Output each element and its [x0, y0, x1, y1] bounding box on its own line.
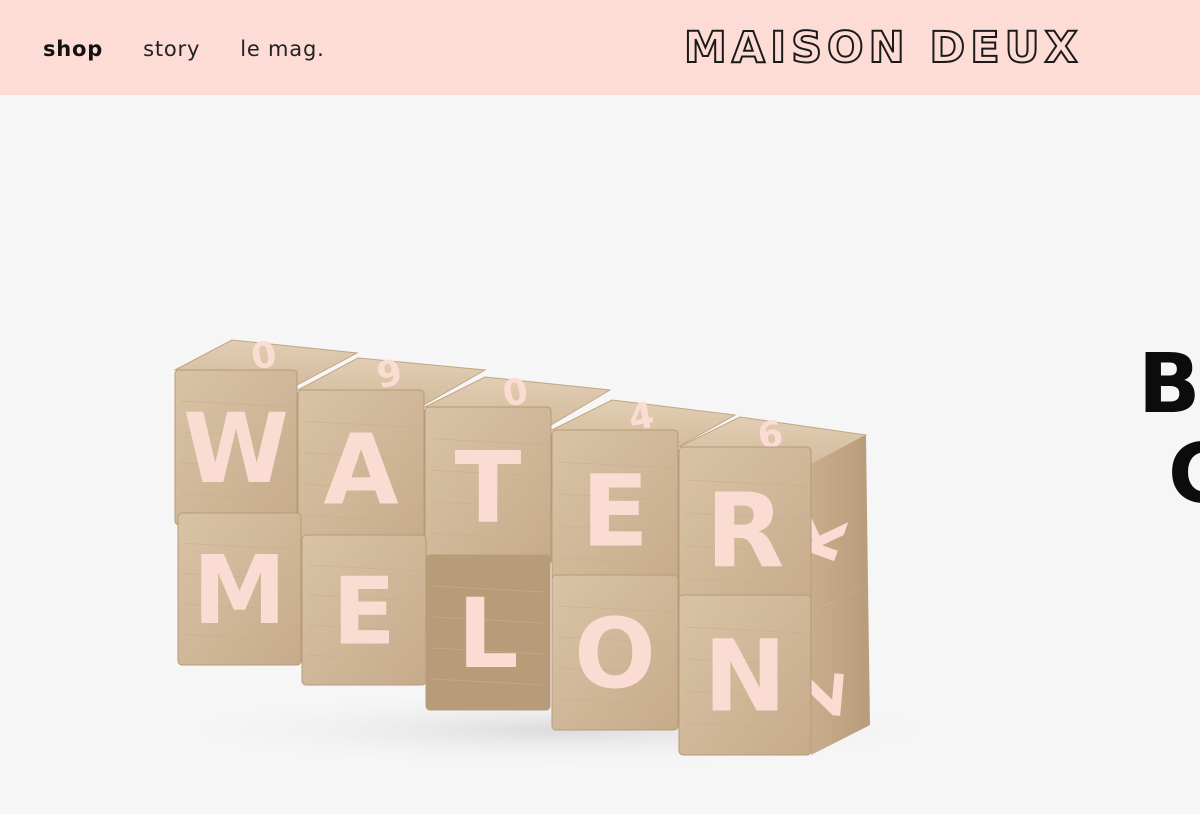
main-nav: shop story le mag. [43, 36, 365, 62]
block-letter: N [703, 620, 786, 735]
brand-logo[interactable]: MAISON DEUX [683, 23, 1083, 73]
hero-heading: BC [1138, 340, 1200, 520]
block-letter: M [193, 537, 287, 646]
block-letter: L [457, 578, 518, 690]
nav-link-shop[interactable]: shop [43, 36, 103, 62]
block-letter: E [332, 557, 396, 665]
nav-link-le-mag[interactable]: le mag. [240, 36, 324, 62]
site-header: shop story le mag. MAISON DEUX [0, 0, 1200, 95]
hero-heading-line2: C [1168, 427, 1200, 522]
block-letter: E [581, 455, 649, 570]
wooden-blocks-image: 0 9 04 6KZW A T E RM E L O N [140, 334, 980, 770]
hero-section: 09046KZWATERMELON BC [0, 95, 1200, 814]
nav-link-story[interactable]: story [143, 36, 200, 62]
block-letter: R [706, 472, 785, 591]
hero-heading-line1: B [1138, 337, 1200, 432]
block-letter: T [455, 431, 522, 545]
block-letter: A [323, 414, 398, 527]
block-letter: O [574, 598, 656, 710]
blocks-group: 0 9 04 6KZW A T E RM E L O N [173, 334, 870, 756]
block-letter: W [183, 393, 289, 505]
